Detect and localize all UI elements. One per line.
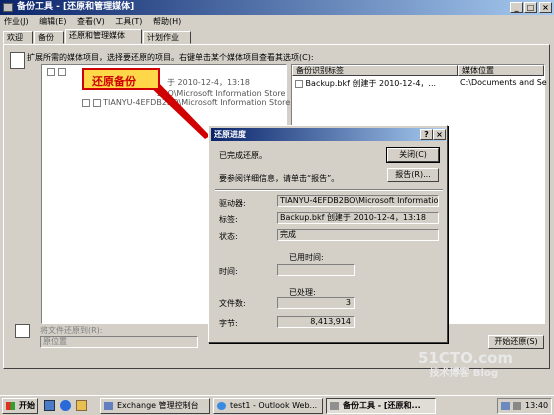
exchange-icon [104,402,113,410]
taskbar: 开始 Exchange 管理控制台 test1 - Outlook Web...… [0,395,554,415]
taskbar-item-label: Exchange 管理控制台 [117,401,199,410]
files-label: 文件数: [219,299,246,308]
watermark-line2: 技术博客 Blog [429,368,498,379]
restore-to-label: 将文件还原到(R): [40,326,103,335]
start-label: 开始 [19,401,35,410]
elapsed-label: 已用时间: [289,253,324,262]
drive-label: 驱动器: [219,199,246,208]
files-field: 3 [277,297,355,309]
divider [215,189,443,191]
backup-icon [330,402,339,410]
restore-to-icon [15,324,30,338]
quicklaunch-ie-icon[interactable] [60,400,71,411]
dialog-close-button[interactable]: × [433,129,446,140]
time-label: 时间: [219,267,238,276]
taskbar-item-outlook[interactable]: test1 - Outlook Web... [213,398,323,414]
info-text: 要参阅详细信息，请单击“报告”。 [219,174,340,183]
files-value: 3 [345,298,351,307]
report-button[interactable]: 报告(R)... [387,168,439,182]
browser-icon [217,402,226,410]
restore-to-select[interactable]: 原位置 [40,336,198,348]
label-label: 标签: [219,215,238,224]
taskbar-item-exchange[interactable]: Exchange 管理控制台 [100,398,210,414]
state-field: 完成 [277,229,439,241]
quicklaunch-desktop-icon[interactable] [44,400,55,411]
dialog-title: 还原进度 [214,130,246,139]
callout-box: 还原备份 [82,68,160,90]
state-label: 状态: [219,232,238,241]
tab-restore-manage[interactable]: 还原和管理媒体 [65,29,142,44]
start-restore-button[interactable]: 开始还原(S) [488,335,544,349]
network-icon[interactable] [501,402,510,410]
status-text: 已完成还原。 [219,151,267,160]
system-tray: 13:40 [497,398,552,414]
start-button[interactable]: 开始 [2,398,38,414]
taskbar-item-label: test1 - Outlook Web... [230,401,318,410]
elapsed-field [277,264,355,276]
callout-text: 还原备份 [92,75,136,88]
bytes-value: 8,413,914 [310,317,351,326]
watermark: 51CTO.com 技术博客 Blog [418,349,514,382]
label-field: Backup.bkf 创建于 2010-12-4，13:18 [277,212,439,224]
restore-to-value: 原位置 [43,337,67,346]
dialog-titlebar: 还原进度 [211,128,445,141]
watermark-line1: 51CTO.com [418,349,514,367]
windows-logo-icon [6,402,15,410]
bytes-field: 8,413,914 [277,316,355,328]
bytes-label: 字节: [219,319,238,328]
drive-field: TIANYU-4EFDB2BO\Microsoft Information [277,195,439,207]
taskbar-item-backup[interactable]: 备份工具 - [还原和... [326,398,436,414]
volume-icon[interactable] [513,402,521,410]
dialog-help-button[interactable]: ? [420,129,433,140]
clock: 13:40 [525,401,549,410]
close-dialog-button[interactable]: 关闭(C) [386,147,440,163]
taskbar-item-label: 备份工具 - [还原和... [343,401,421,410]
quicklaunch-explorer-icon[interactable] [76,400,87,411]
restore-progress-dialog: 还原进度 ? × 已完成还原。 关闭(C) 要参阅详细信息，请单击“报告”。 报… [208,125,448,343]
